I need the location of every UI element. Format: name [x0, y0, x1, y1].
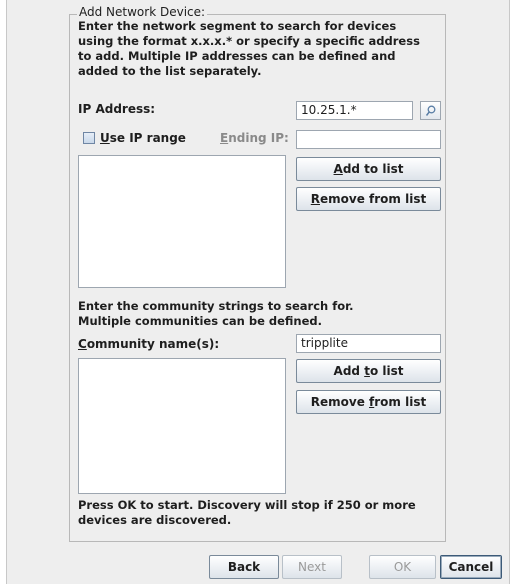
- next-button[interactable]: Next: [282, 555, 342, 579]
- use-ip-range-label-text: se IP range: [109, 131, 186, 145]
- ip-address-input[interactable]: 10.25.1.*: [296, 101, 413, 120]
- ip-address-list[interactable]: [78, 155, 286, 288]
- footer-note: Press OK to start. Discovery will stop i…: [78, 498, 416, 527]
- ending-ip-label: Ending IP:: [220, 131, 289, 145]
- cancel-button[interactable]: Cancel: [440, 555, 502, 579]
- ip-address-label: IP Address:: [78, 102, 156, 116]
- back-button[interactable]: Back: [209, 555, 279, 579]
- ok-button[interactable]: OK: [369, 555, 436, 579]
- ending-ip-input[interactable]: [296, 130, 441, 149]
- use-ip-range-checkbox[interactable]: [83, 132, 95, 144]
- group-legend: Add Network Device:: [77, 5, 208, 19]
- intro-instructions: Enter the network segment to search for …: [78, 19, 420, 78]
- use-ip-range-label[interactable]: Use IP range: [100, 131, 186, 145]
- ip-remove-from-list-button[interactable]: Remove from list: [296, 187, 441, 211]
- community-instructions: Enter the community strings to search fo…: [78, 299, 354, 328]
- community-list[interactable]: [78, 358, 286, 494]
- community-remove-from-list-button[interactable]: Remove from list: [296, 390, 441, 414]
- ip-search-button[interactable]: [420, 101, 441, 120]
- community-name-input[interactable]: tripplite: [296, 334, 441, 353]
- search-icon: [425, 105, 436, 116]
- community-add-to-list-button[interactable]: Add to list: [296, 359, 441, 383]
- ip-add-to-list-button[interactable]: Add to list: [296, 157, 441, 181]
- community-name-label: Community name(s):: [78, 337, 220, 351]
